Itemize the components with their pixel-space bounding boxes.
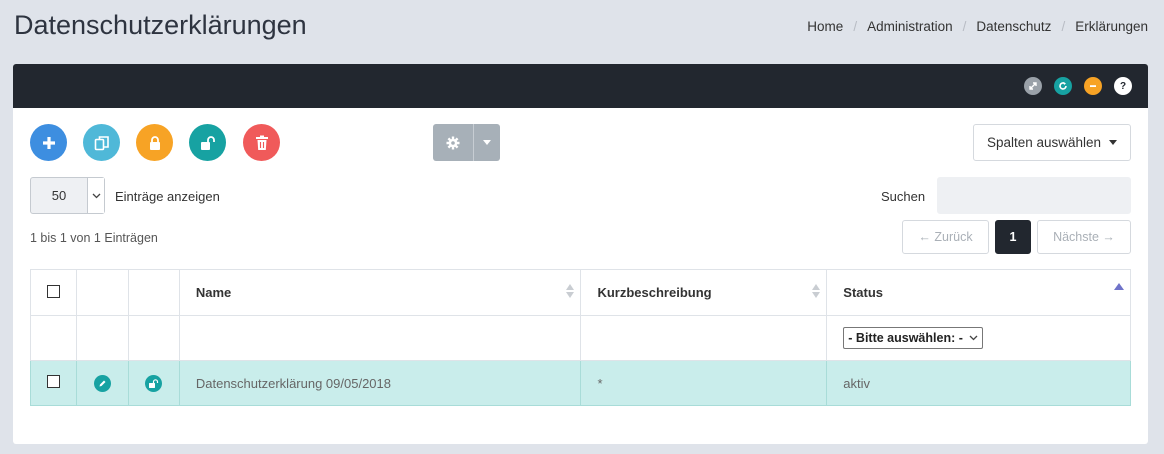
- unlock-icon: [200, 135, 215, 150]
- table-header-row: Name Kurzbeschreibung Status: [30, 269, 1131, 316]
- column-header-short-label: Kurzbeschreibung: [597, 285, 712, 300]
- pagination-prev-button[interactable]: ← Zurück: [902, 220, 989, 254]
- sort-icon: [566, 284, 575, 298]
- sort-icon: [812, 284, 821, 298]
- row-checkbox[interactable]: [46, 375, 60, 388]
- collapse-icon[interactable]: [1084, 77, 1102, 95]
- chevron-down-icon: [483, 140, 491, 145]
- search-input[interactable]: [937, 177, 1131, 214]
- column-header-name-label: Name: [195, 285, 232, 300]
- column-header-status[interactable]: Status: [826, 269, 1131, 316]
- chevron-down-icon: [87, 178, 104, 213]
- breadcrumb-separator: /: [1061, 19, 1066, 34]
- table-filter-row: - Bitte auswählen: -: [30, 315, 1131, 361]
- breadcrumb-home[interactable]: Home: [807, 19, 843, 34]
- edit-column-header: [75, 269, 129, 316]
- row-edit-cell: [75, 360, 129, 406]
- column-header-short[interactable]: Kurzbeschreibung: [580, 269, 828, 316]
- filter-cell: [178, 315, 582, 361]
- row-lock-cell: [127, 360, 180, 406]
- entries-length-value: 50: [51, 188, 67, 203]
- pagination-next-button[interactable]: Nächste →: [1037, 220, 1131, 254]
- row-status-cell: aktiv: [826, 360, 1131, 406]
- breadcrumb-separator: /: [962, 19, 967, 34]
- chevron-down-icon: [1109, 140, 1118, 145]
- search-label: Suchen: [881, 189, 926, 204]
- filter-cell: - Bitte auswählen: -: [826, 315, 1131, 361]
- add-button[interactable]: [30, 124, 67, 161]
- content-card: ? Spalten auswählen 50 Einträge anzeigen…: [13, 64, 1148, 444]
- breadcrumb-separator: /: [853, 19, 858, 34]
- unlock-icon[interactable]: [145, 374, 163, 392]
- table-row[interactable]: Datenschutzerklärung 09/05/2018 * aktiv: [30, 360, 1131, 406]
- copy-icon: [94, 135, 109, 150]
- select-all-cell: [30, 269, 77, 316]
- copy-button[interactable]: [83, 124, 120, 161]
- filter-cell: [127, 315, 180, 361]
- breadcrumb: Home / Administration / Datenschutz / Er…: [807, 19, 1148, 34]
- lock-column-header: [127, 269, 180, 316]
- delete-icon: [255, 135, 268, 150]
- unlock-button[interactable]: [189, 124, 226, 161]
- card-tools: ?: [1024, 77, 1132, 95]
- edit-icon[interactable]: [93, 374, 111, 392]
- chevron-down-icon: [969, 335, 978, 341]
- entries-length-select[interactable]: 50: [30, 177, 105, 214]
- data-table: Name Kurzbeschreibung Status - Bitte aus…: [30, 269, 1131, 406]
- settings-button[interactable]: [433, 124, 473, 161]
- delete-button[interactable]: [243, 124, 280, 161]
- refresh-icon[interactable]: [1054, 77, 1072, 95]
- page-title: Datenschutzerklärungen: [14, 10, 307, 40]
- lock-button[interactable]: [136, 124, 173, 161]
- add-icon: [42, 136, 55, 149]
- columns-select-label: Spalten auswählen: [986, 135, 1102, 150]
- row-select-cell: [30, 360, 77, 406]
- breadcrumb-erklaerungen: Erklärungen: [1075, 19, 1148, 34]
- filter-cell: [580, 315, 828, 361]
- status-filter-value: - Bitte auswählen: -: [848, 331, 963, 345]
- select-all-checkbox[interactable]: [46, 284, 60, 298]
- filter-cell: [75, 315, 129, 361]
- entries-length-label: Einträge anzeigen: [115, 189, 220, 204]
- lock-icon: [149, 135, 160, 150]
- table-info: 1 bis 1 von 1 Einträgen: [30, 231, 158, 245]
- row-short-cell: *: [580, 360, 828, 406]
- expand-icon[interactable]: [1024, 77, 1042, 95]
- columns-select-button[interactable]: Spalten auswählen: [973, 124, 1131, 161]
- card-header: ?: [13, 64, 1148, 108]
- column-header-status-label: Status: [843, 285, 884, 300]
- sort-ascending-icon: [1114, 283, 1124, 290]
- breadcrumb-administration[interactable]: Administration: [867, 19, 953, 34]
- row-name-cell: Datenschutzerklärung 09/05/2018: [178, 360, 582, 406]
- help-icon[interactable]: ?: [1114, 77, 1132, 95]
- pagination: ← Zurück 1 Nächste →: [902, 220, 1131, 254]
- settings-caret-button[interactable]: [473, 124, 500, 161]
- gear-icon: [446, 136, 460, 149]
- filter-cell: [30, 315, 77, 361]
- column-header-name[interactable]: Name: [178, 269, 582, 316]
- status-filter-select[interactable]: - Bitte auswählen: -: [843, 327, 983, 349]
- breadcrumb-datenschutz[interactable]: Datenschutz: [976, 19, 1051, 34]
- settings-dropdown: [433, 124, 500, 161]
- pagination-page-button[interactable]: 1: [995, 220, 1031, 254]
